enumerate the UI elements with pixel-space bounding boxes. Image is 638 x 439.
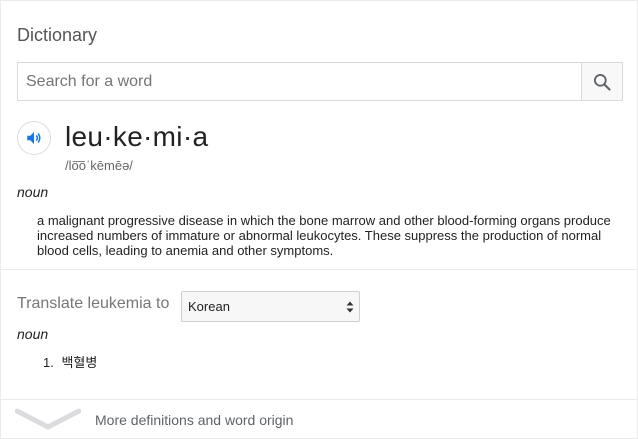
select-arrows-icon [346, 301, 354, 313]
search-input[interactable] [18, 63, 583, 100]
translate-label: Translate leukemia to [17, 295, 170, 312]
chevron-down-icon[interactable] [15, 407, 81, 433]
translation-item: 1. 백혈병 [43, 352, 97, 371]
more-definitions-link[interactable]: More definitions and word origin [95, 412, 293, 428]
section-divider [1, 269, 638, 270]
language-select-value: Korean [188, 299, 230, 314]
part-of-speech: noun [17, 184, 49, 200]
card-title: Dictionary [17, 25, 98, 45]
definition-text: a malignant progressive disease in which… [37, 213, 611, 258]
dictionary-card: Dictionary leu·ke·mi·a /lo͞oˈkēmēə/ noun… [0, 0, 638, 439]
search-box [17, 62, 623, 101]
translation-number: 1. [43, 355, 54, 370]
search-button[interactable] [581, 63, 622, 100]
headword: leu·ke·mi·a [65, 121, 209, 152]
translation-part-of-speech: noun [17, 326, 49, 342]
translation-text: 백혈병 [61, 355, 98, 370]
footer-divider [1, 399, 638, 400]
language-select[interactable]: Korean [181, 291, 360, 322]
search-icon [594, 73, 611, 91]
pronunciation-button[interactable] [17, 121, 51, 155]
speaker-icon [27, 132, 41, 144]
phonetic-spelling: /lo͞oˈkēmēə/ [65, 158, 133, 173]
